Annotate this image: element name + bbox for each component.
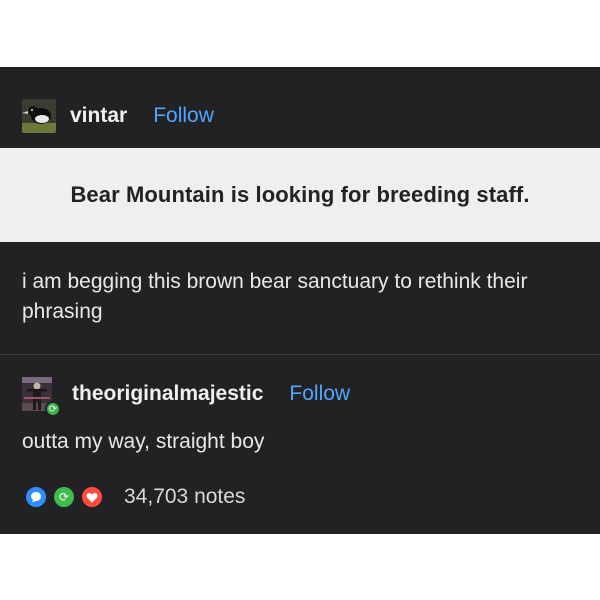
reblog-follow-button[interactable]: Follow — [289, 382, 350, 406]
quoted-text: Bear Mountain is looking for breeding st… — [70, 182, 530, 207]
heart-icon — [80, 485, 104, 509]
note-type-icons: ⟳ — [24, 483, 110, 511]
follow-button[interactable]: Follow — [153, 104, 214, 128]
notes-count[interactable]: 34,703 notes — [124, 485, 245, 509]
reblog-username[interactable]: theoriginalmajestic — [72, 382, 263, 406]
post-body-text: i am begging this brown bear sanctuary t… — [22, 270, 528, 323]
reblog-body-text: outta my way, straight boy — [22, 430, 265, 453]
notes-row[interactable]: ⟳ 34,703 notes — [24, 483, 245, 511]
figure-avatar-icon[interactable]: ⟳ — [22, 377, 61, 417]
reblog-icon: ⟳ — [52, 485, 76, 509]
quoted-text-block: Bear Mountain is looking for breeding st… — [0, 148, 600, 242]
speech-bubble-icon — [24, 485, 48, 509]
reblog-header: ⟳ theoriginalmajestic Follow — [22, 377, 350, 417]
divider — [0, 354, 600, 355]
post-username[interactable]: vintar — [70, 104, 127, 128]
bird-avatar-icon[interactable] — [22, 99, 56, 133]
post-header: vintar Follow — [22, 99, 214, 133]
post-card: vintar Follow Bear Mountain is looking f… — [0, 67, 600, 534]
reblog-badge-icon: ⟳ — [45, 401, 61, 417]
